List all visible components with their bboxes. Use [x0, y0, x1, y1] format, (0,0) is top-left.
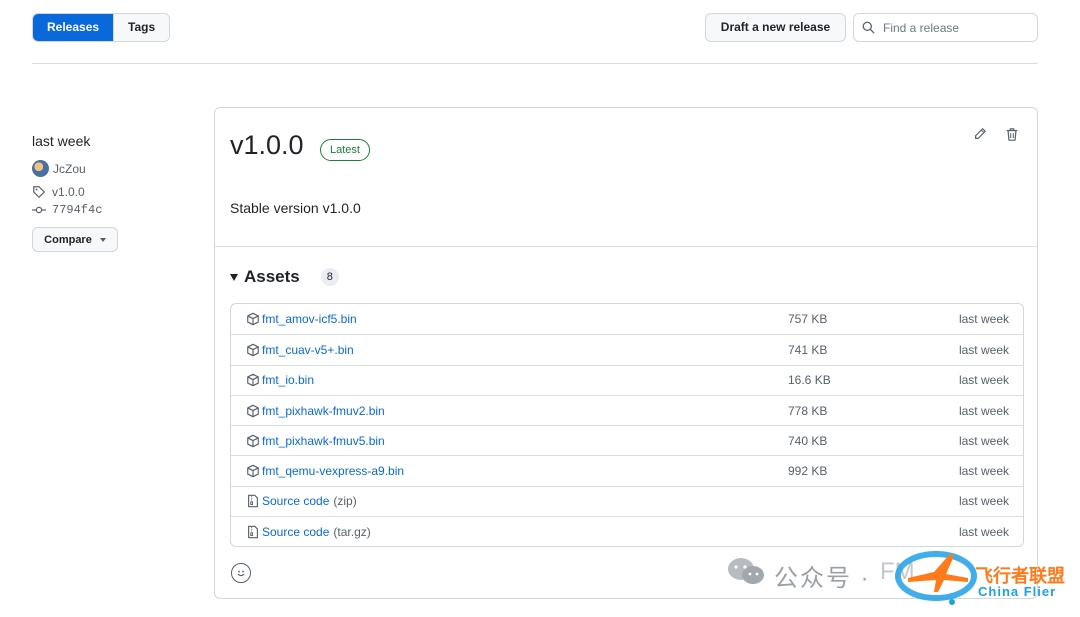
asset-date: last week: [958, 312, 1009, 327]
asset-download-link[interactable]: fmt_qemu-vexpress-a9.bin: [262, 464, 404, 478]
commit-icon: [32, 206, 46, 214]
tag-icon: [33, 186, 45, 198]
asset-download-link[interactable]: Source code: [262, 525, 329, 539]
smiley-icon: [237, 570, 245, 577]
wechat-icon: [728, 558, 764, 584]
tag-link[interactable]: v1.0.0: [32, 185, 202, 199]
asset-download-link[interactable]: fmt_pixhawk-fmuv5.bin: [262, 434, 385, 448]
release-search[interactable]: [853, 13, 1038, 42]
author-link[interactable]: JcZou: [32, 160, 202, 177]
release-notes: Stable version v1.0.0: [230, 200, 361, 216]
asset-row: fmt_pixhawk-fmuv2.bin 778 KB last week: [231, 394, 1023, 425]
chevron-down-icon: [99, 237, 106, 242]
asset-download-link[interactable]: fmt_amov-icf5.bin: [262, 312, 357, 326]
asset-download-link[interactable]: fmt_cuav-v5+.bin: [262, 343, 354, 357]
tab-releases[interactable]: Releases: [33, 14, 114, 41]
avatar: [32, 160, 49, 177]
add-reaction-button[interactable]: [231, 563, 251, 583]
asset-size: 778 KB: [788, 403, 828, 418]
file-zip-icon: [248, 525, 258, 538]
triangle-down-icon: [230, 273, 238, 281]
latest-badge: Latest: [320, 139, 370, 161]
draft-release-button[interactable]: Draft a new release: [705, 13, 846, 42]
release-meta: last week JcZou v1.0.0 7794f4c Compare: [32, 132, 202, 252]
compare-button[interactable]: Compare: [32, 227, 118, 252]
asset-row: fmt_io.bin 16.6 KB last week: [231, 364, 1023, 395]
asset-date: last week: [958, 494, 1009, 509]
tag-label: v1.0.0: [52, 185, 85, 199]
commit-hash: 7794f4c: [52, 203, 103, 217]
asset-date: last week: [958, 342, 1009, 357]
asset-download-link[interactable]: fmt_io.bin: [262, 373, 314, 387]
asset-date: last week: [958, 464, 1009, 479]
asset-size: 740 KB: [788, 433, 828, 448]
asset-row: Source code (zip) last week: [231, 485, 1023, 516]
author-name: JcZou: [53, 161, 86, 176]
asset-row: fmt_pixhawk-fmuv5.bin 740 KB last week: [231, 425, 1023, 455]
asset-size: 16.6 KB: [788, 373, 831, 388]
release-date: last week: [32, 133, 91, 149]
asset-size: 992 KB: [788, 464, 828, 479]
asset-download-link[interactable]: fmt_pixhawk-fmuv2.bin: [262, 404, 385, 418]
asset-date: last week: [958, 403, 1009, 418]
asset-date: last week: [958, 373, 1009, 388]
releases-tags-switcher: Releases Tags: [32, 13, 171, 42]
package-icon: [247, 373, 259, 387]
asset-row: Source code (tar.gz) last week: [231, 516, 1023, 546]
pencil-icon[interactable]: [973, 127, 987, 141]
package-icon: [247, 434, 259, 448]
package-icon: [247, 312, 259, 326]
search-input[interactable]: [883, 20, 1023, 35]
commit-link[interactable]: 7794f4c: [32, 203, 202, 217]
release-card: v1.0.0 Latest Stable version v1.0.0 Asse…: [214, 107, 1038, 599]
asset-row: fmt_amov-icf5.bin 757 KB last week: [231, 304, 1023, 334]
package-icon: [247, 343, 259, 357]
package-icon: [247, 464, 259, 478]
asset-format: (zip): [333, 494, 357, 509]
asset-date: last week: [958, 524, 1009, 539]
release-title[interactable]: v1.0.0: [230, 130, 304, 161]
watermark-account-label: 公众号 ·: [774, 565, 871, 592]
asset-format: (tar.gz): [333, 524, 371, 539]
header-divider: [32, 63, 1038, 64]
asset-list: fmt_amov-icf5.bin 757 KB last week fmt_cuav…: [230, 303, 1024, 548]
watermark: 公众号 · FM 飞行者联盟 China Flier: [722, 548, 1080, 617]
watermark-brand-en: China Flier: [978, 584, 1057, 599]
assets-count-badge: 8: [320, 268, 339, 286]
asset-row: fmt_qemu-vexpress-a9.bin 992 KB last week: [231, 455, 1023, 485]
flier-logo-icon: [895, 551, 977, 605]
tab-tags[interactable]: Tags: [113, 14, 170, 41]
asset-size: 757 KB: [788, 312, 828, 327]
trash-icon[interactable]: [1005, 127, 1019, 142]
assets-toggle[interactable]: Assets 8: [230, 267, 339, 287]
package-icon: [247, 404, 259, 417]
card-divider: [215, 246, 1037, 247]
assets-title: Assets: [244, 267, 300, 286]
asset-download-link[interactable]: Source code: [262, 494, 329, 508]
asset-date: last week: [958, 433, 1009, 448]
search-icon: [862, 21, 875, 34]
asset-row: fmt_cuav-v5+.bin 741 KB last week: [231, 334, 1023, 364]
compare-label: Compare: [44, 233, 92, 246]
file-zip-icon: [248, 495, 258, 508]
asset-size: 741 KB: [788, 342, 828, 357]
